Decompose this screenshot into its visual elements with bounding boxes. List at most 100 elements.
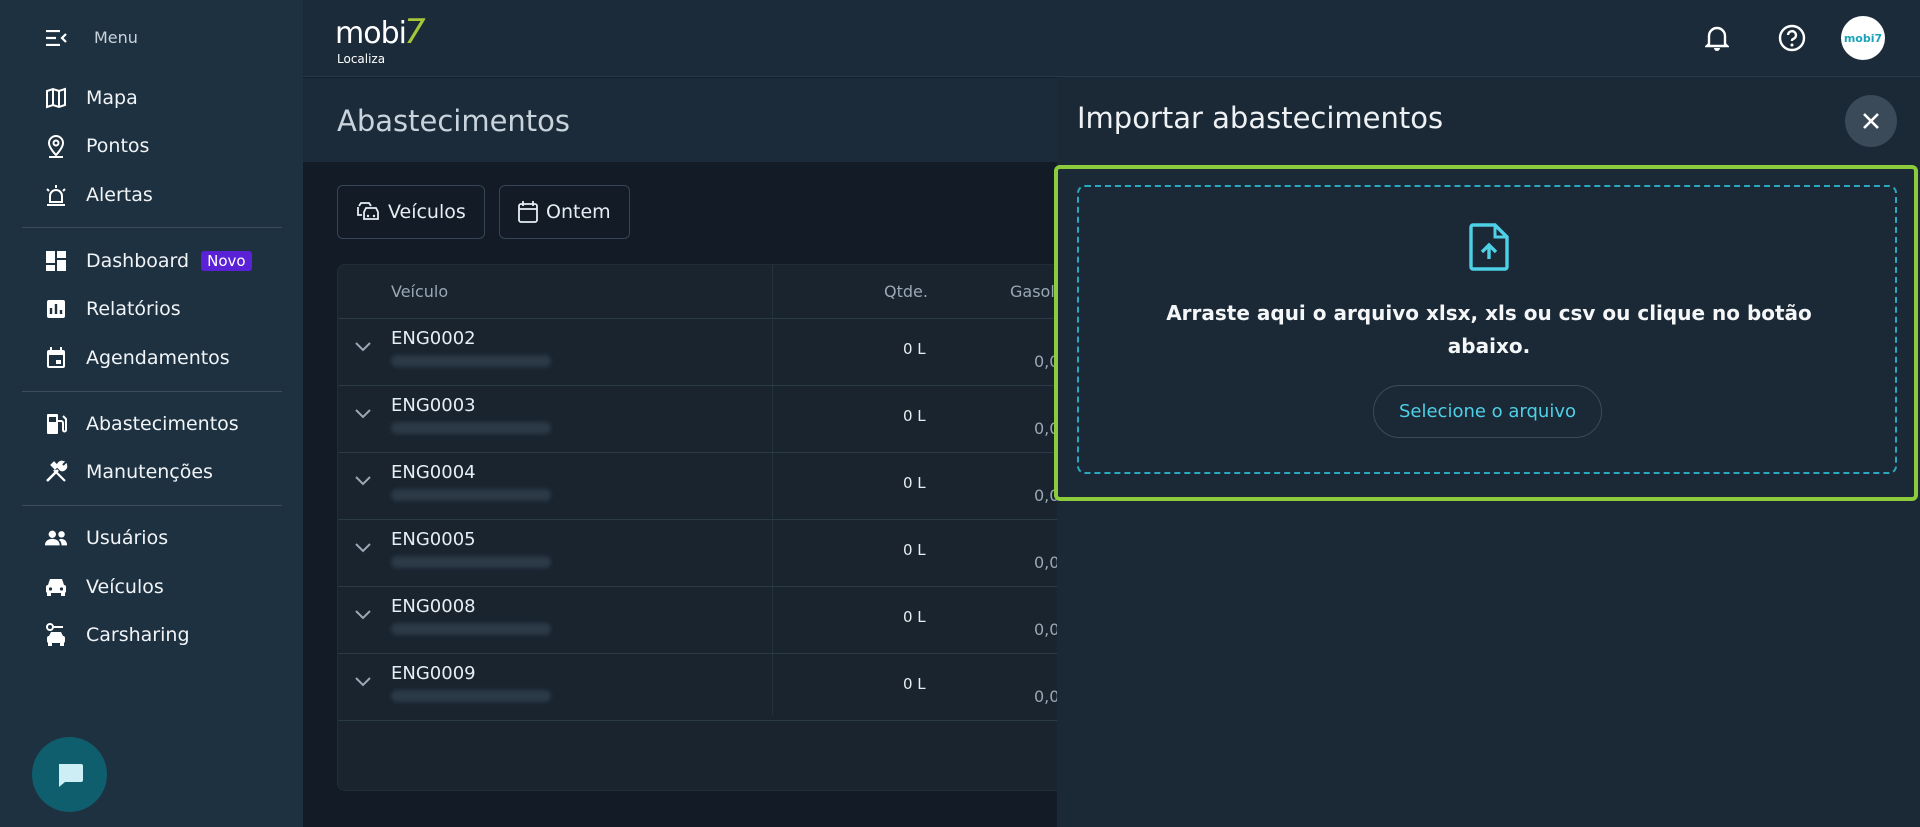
sidebar-item-label: Relatórios: [86, 298, 181, 320]
chevron-down-icon[interactable]: [354, 408, 372, 420]
new-badge: Novo: [201, 251, 252, 271]
select-file-button[interactable]: Selecione o arquivo: [1373, 385, 1602, 438]
qty-cell: 0 L: [903, 340, 926, 358]
table-header: Veículo Qtde. Gasol: [338, 265, 1096, 319]
dashboard-icon: [44, 249, 68, 273]
notifications-button[interactable]: [1701, 22, 1733, 54]
header-vehicle[interactable]: Veículo: [391, 282, 448, 301]
table-row[interactable]: ENG0009 0 L 0,0: [338, 654, 1096, 721]
close-icon: [1863, 113, 1879, 129]
vehicle-subtitle-redacted: [391, 556, 551, 568]
brand-subtitle: Localiza: [337, 52, 386, 66]
sidebar-item-mapa[interactable]: Mapa: [44, 83, 138, 113]
siren-icon: [44, 183, 68, 207]
users-icon: [44, 526, 68, 550]
file-dropzone[interactable]: Arraste aqui o arquivo xlsx, xls ou csv …: [1077, 185, 1897, 474]
qty-cell: 0 L: [903, 474, 926, 492]
filter-label: Veículos: [388, 201, 466, 223]
vehicle-name: ENG0008: [391, 596, 476, 617]
table-row[interactable]: ENG0003 0 L 0,0: [338, 386, 1096, 453]
qty-cell: 0 L: [903, 675, 926, 693]
qty-cell: 0 L: [903, 541, 926, 559]
help-button[interactable]: [1776, 22, 1808, 54]
page-title: Abastecimentos: [337, 104, 571, 138]
map-icon: [44, 86, 68, 110]
sidebar-item-agendamentos[interactable]: Agendamentos: [44, 343, 230, 373]
fuel-table: Veículo Qtde. Gasol ENG0002 0 L 0,0 ENG0…: [337, 264, 1097, 791]
menu-collapse-icon: [46, 29, 67, 46]
fuel-pump-icon: [44, 412, 68, 436]
sidebar-item-label: Dashboard: [86, 250, 190, 272]
chat-icon: [58, 763, 83, 787]
chevron-down-icon[interactable]: [354, 475, 372, 487]
tools-icon: [44, 460, 68, 484]
report-icon: [44, 297, 68, 321]
sidebar-item-label: Veículos: [86, 576, 164, 598]
date-filter-button[interactable]: Ontem: [499, 185, 630, 239]
sidebar-divider: [22, 505, 282, 506]
chevron-down-icon[interactable]: [354, 609, 372, 621]
menu-toggle[interactable]: Menu: [46, 28, 138, 47]
sidebar-item-label: Carsharing: [86, 624, 190, 646]
location-pin-icon: [44, 134, 68, 158]
sidebar-item-alertas[interactable]: Alertas: [44, 180, 153, 210]
sidebar: Menu Mapa Pontos Alertas Dashboard Novo …: [0, 0, 303, 827]
file-upload-icon: [1469, 223, 1509, 271]
filter-label: Ontem: [546, 201, 611, 223]
vehicles-icon: [357, 202, 379, 220]
chevron-down-icon[interactable]: [354, 341, 372, 353]
vehicle-subtitle-redacted: [391, 623, 551, 635]
import-drawer: Importar abastecimentos Arraste aqui o a…: [1054, 77, 1920, 827]
gas-cell: 0,0: [1034, 553, 1060, 572]
sidebar-item-pontos[interactable]: Pontos: [44, 131, 149, 161]
vehicle-subtitle-redacted: [391, 489, 551, 501]
vehicle-subtitle-redacted: [391, 422, 551, 434]
gas-cell: 0,0: [1034, 620, 1060, 639]
chevron-down-icon[interactable]: [354, 676, 372, 688]
close-drawer-button[interactable]: [1845, 95, 1897, 147]
top-bar: mobi7 Localiza mobi7: [303, 0, 1920, 77]
brand-seven: 7: [403, 12, 426, 52]
sidebar-item-manutencoes[interactable]: Manutenções: [44, 457, 213, 487]
sidebar-item-dashboard[interactable]: Dashboard Novo: [44, 246, 252, 276]
table-row[interactable]: ENG0008 0 L 0,0: [338, 587, 1096, 654]
sidebar-item-abastecimentos[interactable]: Abastecimentos: [44, 409, 239, 439]
table-row[interactable]: ENG0004 0 L 0,0: [338, 453, 1096, 520]
brand-logo[interactable]: mobi7 Localiza: [335, 12, 426, 66]
carsharing-icon: [44, 623, 68, 647]
drawer-title: Importar abastecimentos: [1077, 101, 1444, 135]
vehicle-subtitle-redacted: [391, 355, 551, 367]
sidebar-item-label: Mapa: [86, 87, 138, 109]
chevron-down-icon[interactable]: [354, 542, 372, 554]
sidebar-divider: [22, 391, 282, 392]
table-row[interactable]: ENG0005 0 L 0,0: [338, 520, 1096, 587]
sidebar-item-label: Abastecimentos: [86, 413, 239, 435]
table-row[interactable]: ENG0002 0 L 0,0: [338, 319, 1096, 386]
vehicle-name: ENG0005: [391, 529, 476, 550]
header-qty[interactable]: Qtde.: [884, 282, 928, 301]
vehicle-name: ENG0002: [391, 328, 476, 349]
qty-cell: 0 L: [903, 608, 926, 626]
calendar-icon: [518, 201, 538, 223]
avatar[interactable]: mobi7: [1841, 16, 1885, 60]
gas-cell: 0,0: [1034, 687, 1060, 706]
sidebar-item-label: Agendamentos: [86, 347, 230, 369]
dropzone-instructions: Arraste aqui o arquivo xlsx, xls ou csv …: [1166, 301, 1812, 358]
sidebar-item-veiculos[interactable]: Veículos: [44, 572, 164, 602]
menu-label: Menu: [94, 28, 138, 47]
chat-button[interactable]: [32, 737, 107, 812]
vehicle-name: ENG0009: [391, 663, 476, 684]
sidebar-item-label: Manutenções: [86, 461, 213, 483]
sidebar-item-label: Pontos: [86, 135, 150, 157]
header-gas[interactable]: Gasol: [1010, 282, 1055, 301]
sidebar-item-label: Alertas: [86, 184, 153, 206]
sidebar-item-carsharing[interactable]: Carsharing: [44, 620, 190, 650]
car-icon: [44, 575, 68, 599]
brand-name: mobi: [335, 16, 407, 51]
sidebar-divider: [22, 227, 282, 228]
qty-cell: 0 L: [903, 407, 926, 425]
sidebar-item-relatorios[interactable]: Relatórios: [44, 294, 181, 324]
sidebar-item-usuarios[interactable]: Usuários: [44, 523, 168, 553]
vehicles-filter-button[interactable]: Veículos: [337, 185, 485, 239]
calendar-icon: [44, 346, 68, 370]
